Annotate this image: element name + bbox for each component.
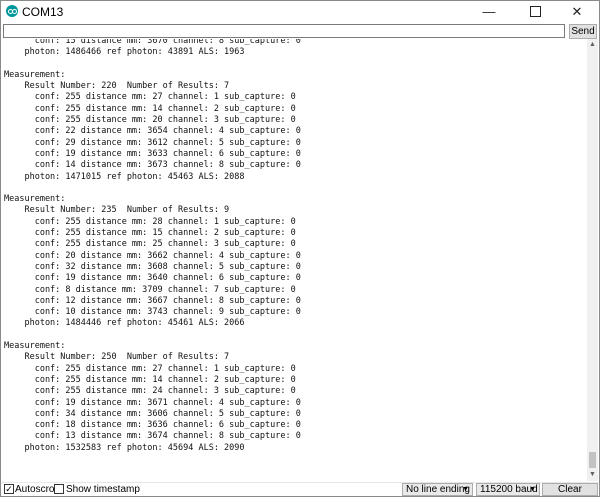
output-line: conf: 255 distance mm: 28 channel: 1 sub…: [4, 216, 296, 227]
output-line: conf: 20 distance mm: 3662 channel: 4 su…: [4, 250, 301, 261]
maximize-icon: [529, 6, 541, 18]
output-line: Measurement:: [4, 341, 66, 352]
output-line: Result Number: 220 Number of Results: 7: [4, 81, 230, 92]
output-line: conf: 19 distance mm: 3640 channel: 6 su…: [4, 273, 301, 284]
output-line: conf: 15 distance mm: 3670 channel: 8 su…: [4, 39, 301, 46]
send-button[interactable]: Send: [569, 24, 597, 39]
chevron-down-icon: ▼: [462, 486, 469, 493]
output-line: conf: 12 distance mm: 3667 channel: 8 su…: [4, 295, 301, 306]
output-line: conf: 255 distance mm: 14 channel: 2 sub…: [4, 103, 296, 114]
output-line: conf: 14 distance mm: 3673 channel: 8 su…: [4, 160, 301, 171]
output-line: conf: 18 distance mm: 3636 channel: 6 su…: [4, 420, 301, 431]
autoscroll-label: Autoscroll: [15, 484, 59, 495]
chevron-down-icon: ▼: [529, 486, 536, 493]
output-line: conf: 32 distance mm: 3608 channel: 5 su…: [4, 261, 301, 272]
output-line: Measurement:: [4, 194, 66, 205]
output-line: conf: 29 distance mm: 3612 channel: 5 su…: [4, 137, 301, 148]
serial-output-text: conf: 15 distance mm: 3670 channel: 8 su…: [4, 39, 301, 454]
minimize-button[interactable]: —: [467, 1, 511, 23]
bottom-toolbar: ✓ Autoscroll Show timestamp No line endi…: [1, 482, 599, 496]
output-line: photon: 1532583 ref photon: 45694 ALS: 2…: [4, 442, 245, 453]
output-line: conf: 13 distance mm: 3674 channel: 8 su…: [4, 431, 301, 442]
maximize-button[interactable]: [513, 1, 557, 23]
autoscroll-checkbox[interactable]: ✓: [4, 484, 14, 494]
output-line: conf: 10 distance mm: 3743 channel: 9 su…: [4, 307, 301, 318]
output-line: Result Number: 250 Number of Results: 7: [4, 352, 230, 363]
output-line: photon: 1471015 ref photon: 45463 ALS: 2…: [4, 171, 245, 182]
output-line: conf: 255 distance mm: 15 channel: 2 sub…: [4, 228, 296, 239]
show-timestamp-checkbox[interactable]: [54, 484, 64, 494]
clear-output-button[interactable]: Clear output: [542, 483, 598, 496]
show-timestamp-label: Show timestamp: [66, 484, 140, 495]
line-ending-value: No line ending: [406, 484, 470, 495]
output-line: conf: 19 distance mm: 3633 channel: 6 su…: [4, 148, 301, 159]
scrollbar-thumb[interactable]: [589, 452, 596, 468]
serial-monitor-window: COM13 — ✕ Send conf: 15 distance mm: 367…: [0, 0, 600, 497]
output-line: conf: 19 distance mm: 3671 channel: 4 su…: [4, 397, 301, 408]
scroll-down-arrow-icon[interactable]: ▼: [587, 469, 598, 481]
baud-rate-select[interactable]: 115200 baud ▼: [476, 483, 540, 496]
serial-output[interactable]: conf: 15 distance mm: 3670 channel: 8 su…: [2, 39, 587, 481]
output-line: conf: 255 distance mm: 14 channel: 2 sub…: [4, 374, 296, 385]
title-bar: COM13 — ✕: [1, 1, 599, 23]
output-line: conf: 22 distance mm: 3654 channel: 4 su…: [4, 126, 301, 137]
output-line: conf: 255 distance mm: 20 channel: 3 sub…: [4, 115, 296, 126]
output-line: conf: 34 distance mm: 3606 channel: 5 su…: [4, 408, 301, 419]
output-line: Result Number: 235 Number of Results: 9: [4, 205, 230, 216]
output-line: photon: 1486466 ref photon: 43891 ALS: 1…: [4, 47, 245, 58]
scroll-up-arrow-icon[interactable]: ▲: [587, 39, 598, 51]
output-line: photon: 1484446 ref photon: 45461 ALS: 2…: [4, 318, 245, 329]
output-line: conf: 8 distance mm: 3709 channel: 7 sub…: [4, 284, 296, 295]
arduino-icon: [6, 5, 18, 17]
output-line: conf: 255 distance mm: 24 channel: 3 sub…: [4, 386, 296, 397]
window-title: COM13: [22, 5, 64, 19]
send-input[interactable]: [3, 24, 565, 38]
vertical-scrollbar[interactable]: ▲ ▼: [587, 39, 598, 481]
output-line: conf: 255 distance mm: 27 channel: 1 sub…: [4, 92, 296, 103]
close-button[interactable]: ✕: [555, 1, 599, 23]
output-line: Measurement:: [4, 69, 66, 80]
output-line: conf: 255 distance mm: 27 channel: 1 sub…: [4, 363, 296, 374]
output-line: conf: 255 distance mm: 25 channel: 3 sub…: [4, 239, 296, 250]
line-ending-select[interactable]: No line ending ▼: [402, 483, 473, 496]
